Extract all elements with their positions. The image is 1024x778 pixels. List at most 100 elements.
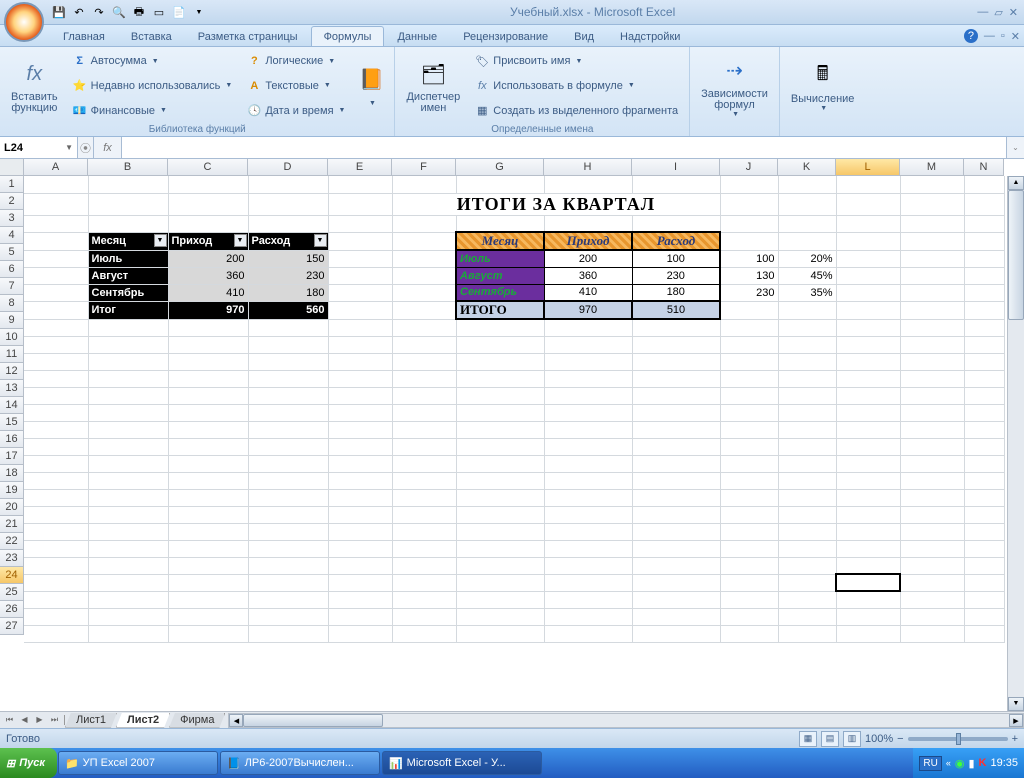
mdi-close-icon[interactable]: ✕ <box>1011 30 1020 43</box>
scroll-thumb[interactable] <box>1008 190 1024 320</box>
close-button[interactable]: ✕ <box>1009 6 1018 19</box>
row-header[interactable]: 17 <box>0 448 24 465</box>
sheet-tab[interactable]: Лист1 <box>65 713 117 728</box>
insert-function-button[interactable]: fx Вставить функцию <box>4 49 65 123</box>
scroll-right-icon[interactable]: ▶ <box>1009 714 1023 727</box>
undo-icon[interactable]: ↶ <box>70 3 88 21</box>
row-header[interactable]: 14 <box>0 397 24 414</box>
more-functions-button[interactable]: 📙 ▼ <box>352 49 390 123</box>
office-button[interactable] <box>4 2 44 42</box>
calculation-button[interactable]: 🖩 Вычисление ▼ <box>784 49 862 123</box>
quick-print-icon[interactable]: 🖶 <box>130 3 148 21</box>
name-manager-button[interactable]: 🗂 Диспетчер имен <box>399 49 467 123</box>
horizontal-scrollbar[interactable]: ◀ ▶ <box>228 713 1024 728</box>
redo-icon[interactable]: ↷ <box>90 3 108 21</box>
zoom-out-icon[interactable]: − <box>897 733 903 745</box>
row-header[interactable]: 26 <box>0 601 24 618</box>
scroll-left-icon[interactable]: ◀ <box>229 714 243 727</box>
column-header[interactable]: B <box>88 159 168 176</box>
row-header[interactable]: 3 <box>0 210 24 227</box>
row-header[interactable]: 10 <box>0 329 24 346</box>
chevron-down-icon[interactable]: ▼ <box>65 143 73 152</box>
use-in-formula-button[interactable]: fxИспользовать в формуле▼ <box>469 76 683 96</box>
column-header[interactable]: K <box>778 159 836 176</box>
save-icon[interactable]: 💾 <box>50 3 68 21</box>
taskbar-item[interactable]: 📊Microsoft Excel - У... <box>382 751 542 775</box>
vertical-scrollbar[interactable]: ▲ ▼ <box>1007 176 1024 711</box>
row-header[interactable]: 8 <box>0 295 24 312</box>
normal-view-icon[interactable]: ▦ <box>799 731 817 747</box>
row-header[interactable]: 27 <box>0 618 24 635</box>
row-header[interactable]: 21 <box>0 516 24 533</box>
formula-dependencies-button[interactable]: ⇢ Зависимости формул ▼ <box>694 49 775 123</box>
sheet-tab[interactable]: Фирма <box>169 713 225 728</box>
row-header[interactable]: 25 <box>0 584 24 601</box>
column-header[interactable]: I <box>632 159 720 176</box>
ribbon-tab-2[interactable]: Разметка страницы <box>185 26 311 46</box>
row-header[interactable]: 6 <box>0 261 24 278</box>
mdi-restore-icon[interactable]: ▫ <box>1001 30 1005 42</box>
scroll-thumb[interactable] <box>243 714 383 727</box>
ribbon-tab-4[interactable]: Данные <box>384 26 450 46</box>
mdi-minimize-icon[interactable]: — <box>984 30 995 42</box>
row-header[interactable]: 19 <box>0 482 24 499</box>
tray-icon[interactable]: K <box>979 757 987 769</box>
ribbon-tab-3[interactable]: Формулы <box>311 26 385 46</box>
column-header[interactable]: J <box>720 159 778 176</box>
ribbon-tab-1[interactable]: Вставка <box>118 26 185 46</box>
fx-icon[interactable]: fx <box>94 137 122 158</box>
row-header[interactable]: 9 <box>0 312 24 329</box>
qat-customize-icon[interactable]: ▼ <box>190 3 208 21</box>
zoom-in-icon[interactable]: + <box>1012 733 1018 745</box>
restore-button[interactable]: ▱ <box>994 6 1002 19</box>
autosum-button[interactable]: ΣАвтосумма▼ <box>67 51 238 71</box>
row-header[interactable]: 13 <box>0 380 24 397</box>
cell-grid[interactable]: ИТОГИ ЗА КВАРТАЛМесяц▼Приход▼Расход▼Меся… <box>24 176 1005 643</box>
row-header[interactable]: 24 <box>0 567 24 584</box>
row-header[interactable]: 12 <box>0 363 24 380</box>
column-header[interactable]: H <box>544 159 632 176</box>
row-header[interactable]: 2 <box>0 193 24 210</box>
page-layout-view-icon[interactable]: ▤ <box>821 731 839 747</box>
filter-dropdown-icon[interactable]: ▼ <box>314 234 327 247</box>
print-preview-icon[interactable]: 🔍 <box>110 3 128 21</box>
start-button[interactable]: ⊞Пуск <box>0 748 57 778</box>
minimize-button[interactable]: — <box>977 6 988 19</box>
row-header[interactable]: 1 <box>0 176 24 193</box>
text-button[interactable]: AТекстовые▼ <box>241 76 350 96</box>
row-header[interactable]: 22 <box>0 533 24 550</box>
formula-input[interactable] <box>122 137 1006 158</box>
column-header[interactable]: G <box>456 159 544 176</box>
row-header[interactable]: 5 <box>0 244 24 261</box>
taskbar-item[interactable]: 📁УП Excel 2007 <box>58 751 218 775</box>
row-header[interactable]: 4 <box>0 227 24 244</box>
page-break-view-icon[interactable]: ▥ <box>843 731 861 747</box>
column-header[interactable]: C <box>168 159 248 176</box>
select-all-button[interactable] <box>0 159 24 176</box>
ribbon-tab-0[interactable]: Главная <box>50 26 118 46</box>
row-header[interactable]: 7 <box>0 278 24 295</box>
create-from-selection-button[interactable]: ▦Создать из выделенного фрагмента <box>469 101 683 121</box>
column-header[interactable]: M <box>900 159 964 176</box>
ribbon-tab-5[interactable]: Рецензирование <box>450 26 561 46</box>
row-header[interactable]: 11 <box>0 346 24 363</box>
clock[interactable]: 19:35 <box>990 757 1018 769</box>
row-header[interactable]: 23 <box>0 550 24 567</box>
open-icon[interactable]: 📄 <box>170 3 188 21</box>
ribbon-tab-7[interactable]: Надстройки <box>607 26 693 46</box>
column-header[interactable]: F <box>392 159 456 176</box>
row-header[interactable]: 15 <box>0 414 24 431</box>
row-header[interactable]: 20 <box>0 499 24 516</box>
recently-used-button[interactable]: ⭐Недавно использовались▼ <box>67 76 238 96</box>
tray-expand-icon[interactable]: « <box>946 758 951 768</box>
zoom-level[interactable]: 100% <box>865 733 893 745</box>
row-header[interactable]: 18 <box>0 465 24 482</box>
language-indicator[interactable]: RU <box>919 756 941 771</box>
scroll-down-icon[interactable]: ▼ <box>1008 697 1024 711</box>
financial-button[interactable]: 💶Финансовые▼ <box>67 101 238 121</box>
taskbar-item[interactable]: 📘ЛР6-2007Вычислен... <box>220 751 380 775</box>
scroll-up-icon[interactable]: ▲ <box>1008 176 1024 190</box>
expand-formula-bar-icon[interactable]: ⌄ <box>1006 137 1024 158</box>
row-header[interactable]: 16 <box>0 431 24 448</box>
new-icon[interactable]: ▭ <box>150 3 168 21</box>
